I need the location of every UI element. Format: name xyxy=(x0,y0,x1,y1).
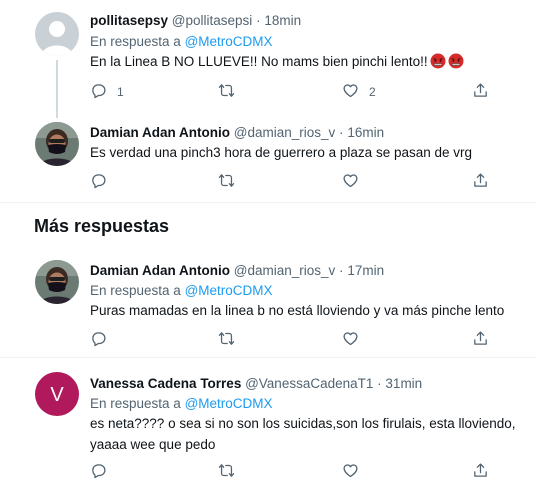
author-handle[interactable]: @VanessaCadenaT1 xyxy=(245,376,373,391)
avatar-vanessa[interactable]: V xyxy=(35,372,79,416)
reply-icon xyxy=(90,172,107,192)
mention-link[interactable]: @MetroCDMX xyxy=(185,283,273,298)
share-button[interactable] xyxy=(472,330,489,350)
divider xyxy=(0,202,537,203)
share-icon xyxy=(472,462,489,482)
timestamp[interactable]: 31min xyxy=(385,376,422,391)
reply-icon xyxy=(90,82,107,102)
retweet-button[interactable] xyxy=(218,82,245,102)
tweet-pollitasepsy[interactable]: pollitasepsy @pollitasepsi · 18min En re… xyxy=(0,0,537,118)
share-button[interactable] xyxy=(472,82,489,102)
like-button[interactable] xyxy=(342,462,359,482)
like-icon xyxy=(342,82,359,102)
retweet-icon xyxy=(218,82,235,102)
avatar-damian[interactable] xyxy=(35,260,79,304)
avatar-damian[interactable] xyxy=(35,122,79,166)
like-button[interactable] xyxy=(342,172,359,192)
retweet-icon xyxy=(218,330,235,350)
separator-dot: · xyxy=(377,376,382,391)
tweet-text-line: yaaaa wee que pedo xyxy=(90,437,216,452)
tweet-actions xyxy=(90,462,490,482)
separator-dot: · xyxy=(339,125,344,140)
author-name[interactable]: Damian Adan Antonio xyxy=(90,125,230,140)
tweet-damian-thread[interactable]: Damian Adan Antonio @damian_rios_v · 16m… xyxy=(0,112,537,202)
reply-button[interactable] xyxy=(90,462,107,482)
angry-face-emoji-icon xyxy=(448,53,464,69)
tweet-text: es neta???? o sea si no son los suicidas… xyxy=(90,413,530,455)
reply-button[interactable]: 1 xyxy=(90,82,124,102)
tweet-text-content: En la Linea B NO LLUEVE!! No mams bien p… xyxy=(90,54,428,69)
tweet-text: Puras mamadas en la linea b no está llov… xyxy=(90,303,505,318)
section-title: Más respuestas xyxy=(34,216,170,236)
share-icon xyxy=(472,330,489,350)
retweet-button[interactable] xyxy=(218,172,235,192)
reply-prefix: En respuesta a xyxy=(90,34,181,49)
author-handle[interactable]: @damian_rios_v xyxy=(234,125,336,140)
reply-count: 1 xyxy=(117,85,124,99)
tweet-text: En la Linea B NO LLUEVE!! No mams bien p… xyxy=(90,51,530,72)
reply-prefix: En respuesta a xyxy=(90,283,181,298)
timestamp[interactable]: 17min xyxy=(347,263,384,278)
retweet-icon xyxy=(218,462,235,482)
share-button[interactable] xyxy=(472,172,489,192)
like-button[interactable]: 2 xyxy=(342,82,376,102)
retweet-button[interactable] xyxy=(218,462,235,482)
share-icon xyxy=(472,172,489,192)
timestamp[interactable]: 18min xyxy=(264,13,301,28)
timestamp[interactable]: 16min xyxy=(347,125,384,140)
retweet-icon xyxy=(218,172,235,192)
mention-link[interactable]: @MetroCDMX xyxy=(185,396,273,411)
tweet-vanessa-reply[interactable]: V Vanessa Cadena Torres @VanessaCadenaT1… xyxy=(0,358,537,497)
like-icon xyxy=(342,330,359,350)
tweet-actions: 1 2 xyxy=(90,82,490,102)
angry-face-emoji-icon xyxy=(430,53,446,69)
like-icon xyxy=(342,172,359,192)
tweet-text-line: es neta???? o sea si no son los suicidas… xyxy=(90,416,516,431)
retweet-button[interactable] xyxy=(218,330,235,350)
reply-icon xyxy=(90,330,107,350)
share-button[interactable] xyxy=(472,462,489,482)
tweet-actions xyxy=(90,330,490,350)
like-icon xyxy=(342,462,359,482)
author-handle[interactable]: @pollitasepsi xyxy=(172,13,253,28)
share-icon xyxy=(472,82,489,102)
like-button[interactable] xyxy=(342,330,359,350)
mention-link[interactable]: @MetroCDMX xyxy=(185,34,273,49)
separator-dot: · xyxy=(339,263,344,278)
tweet-text: Es verdad una pinch3 hora de guerrero a … xyxy=(90,145,473,160)
svg-text:V: V xyxy=(50,384,64,406)
reply-prefix: En respuesta a xyxy=(90,396,181,411)
tweet-damian-reply[interactable]: Damian Adan Antonio @damian_rios_v · 17m… xyxy=(0,250,537,357)
separator-dot: · xyxy=(256,13,261,28)
like-count: 2 xyxy=(369,85,376,99)
author-name[interactable]: pollitasepsy xyxy=(90,13,168,28)
thread-line xyxy=(56,60,58,118)
reply-button[interactable] xyxy=(90,330,107,350)
reply-icon xyxy=(90,462,107,482)
reply-button[interactable] xyxy=(90,172,107,192)
tweet-actions xyxy=(90,172,490,192)
avatar-default[interactable] xyxy=(35,12,79,56)
author-name[interactable]: Damian Adan Antonio xyxy=(90,263,230,278)
author-handle[interactable]: @damian_rios_v xyxy=(234,263,336,278)
author-name[interactable]: Vanessa Cadena Torres xyxy=(90,376,241,391)
